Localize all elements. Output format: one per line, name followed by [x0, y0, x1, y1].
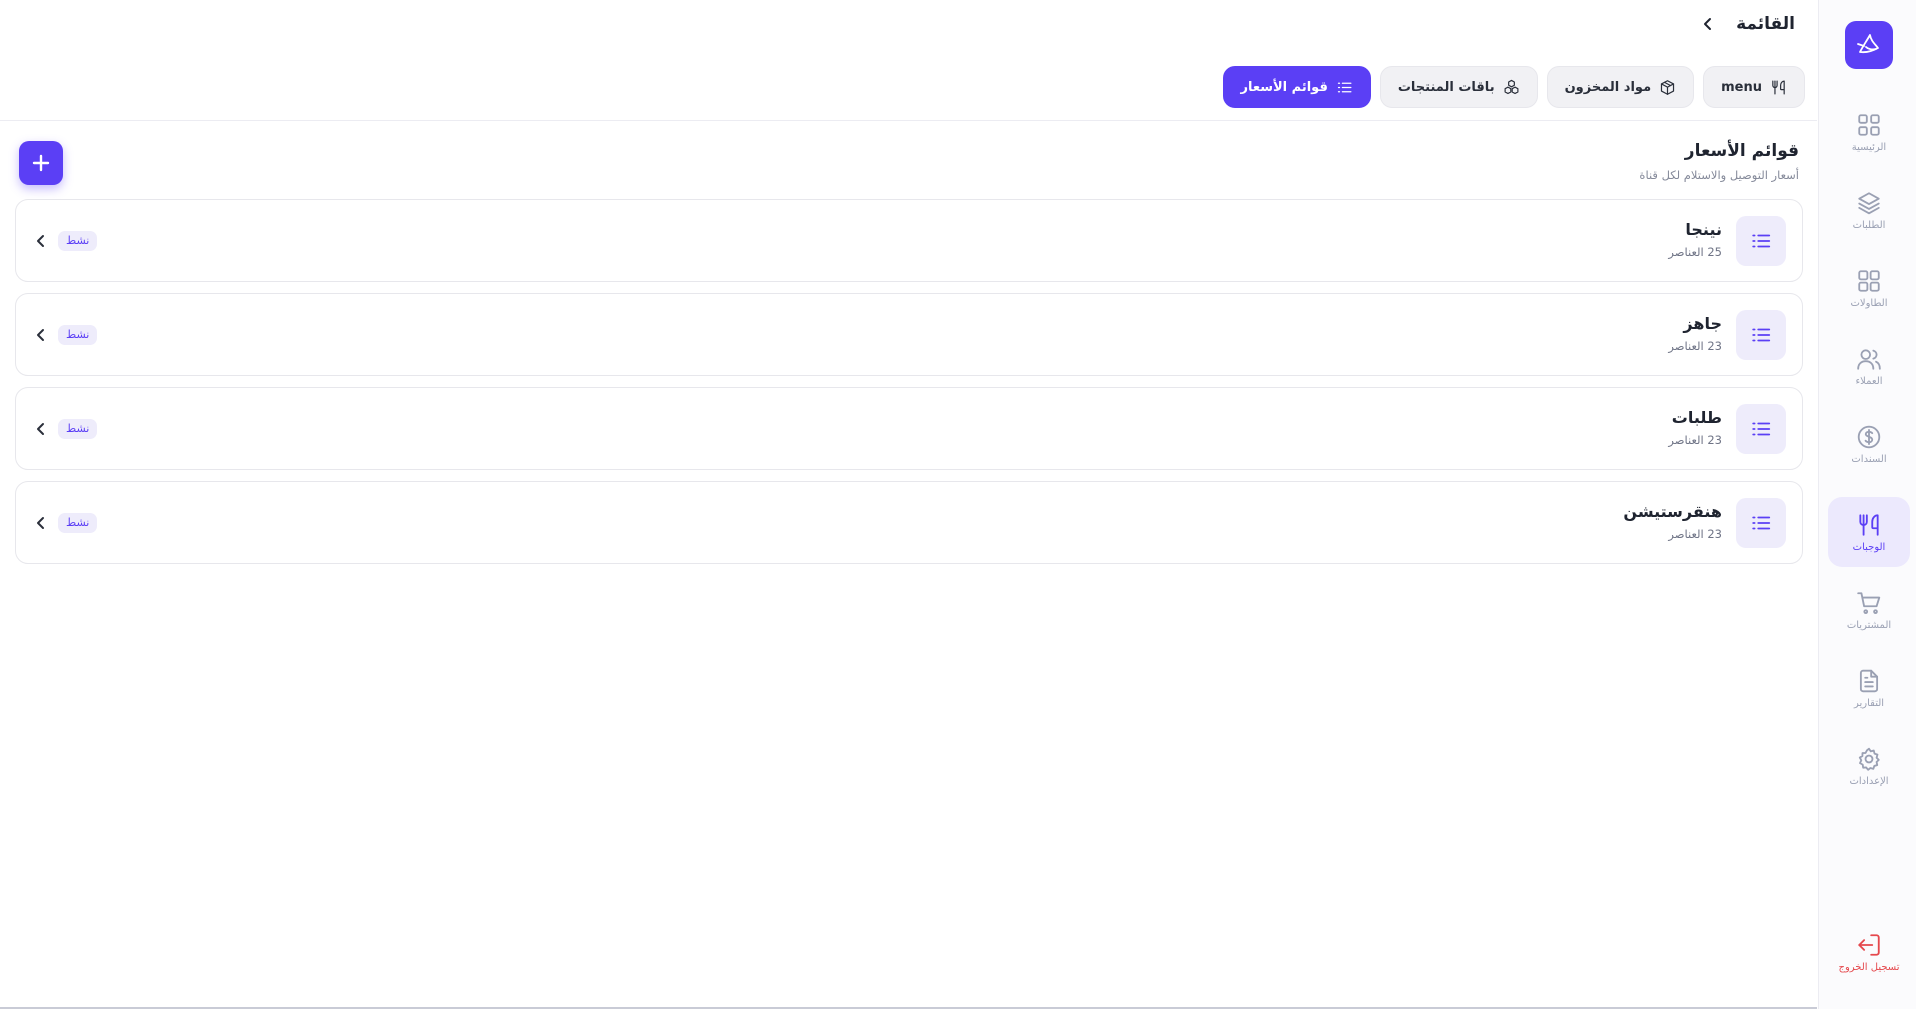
plus-icon	[32, 154, 50, 172]
card-text: نينجا 25 العناصر	[1668, 220, 1722, 259]
app-logo[interactable]	[1845, 21, 1893, 69]
sidebar-item-purchases[interactable]: المشتريات	[1828, 575, 1910, 645]
item-count: 23 العناصر	[1668, 339, 1722, 353]
sidebar-item-label: الطلبات	[1852, 219, 1886, 231]
sidebar-item-home[interactable]: الرئيسية	[1828, 97, 1910, 167]
sidebar-item-label: السندات	[1851, 453, 1887, 465]
status-badge: نشط	[58, 231, 98, 251]
users-icon	[1857, 348, 1881, 370]
chevron-left-icon[interactable]	[1698, 14, 1718, 34]
sidebar-item-vouchers[interactable]: السندات	[1828, 409, 1910, 479]
sidebar-item-label: الإعدادات	[1849, 775, 1889, 787]
sidebar-item-orders[interactable]: الطلبات	[1828, 175, 1910, 245]
sidebar: الرئيسية الطلبات الطاولات العملاء السندا…	[1818, 0, 1916, 1009]
tab-inventory[interactable]: مواد المخزون	[1546, 66, 1695, 108]
file-text-icon	[1859, 669, 1879, 692]
gear-icon	[1858, 747, 1880, 771]
price-list-card[interactable]: طلبات 23 العناصر نشط	[15, 387, 1803, 470]
sidebar-item-label: العملاء	[1855, 375, 1883, 387]
chevron-left-icon	[33, 515, 49, 531]
tab-price-lists[interactable]: قوائم الأسعار	[1222, 66, 1371, 108]
card-text: طلبات 23 العناصر	[1668, 408, 1722, 447]
table-grid-icon	[1858, 269, 1880, 292]
boxes-icon	[1504, 79, 1519, 94]
item-count: 23 العناصر	[1668, 527, 1722, 541]
tab-menu[interactable]: menu	[1703, 66, 1805, 108]
tab-label: باقات المنتجات	[1397, 79, 1495, 95]
sidebar-item-tables[interactable]: الطاولات	[1828, 253, 1910, 323]
price-list-name: طلبات	[1671, 408, 1722, 427]
add-price-list-button[interactable]	[19, 141, 63, 185]
tab-bundles[interactable]: باقات المنتجات	[1379, 66, 1538, 108]
dollar-circle-icon	[1857, 425, 1881, 448]
sidebar-item-label: المشتريات	[1846, 619, 1892, 631]
page-title: القائمة	[1736, 14, 1795, 34]
section-header: قوائم الأسعار أسعار التوصيل والاستلام لك…	[1639, 141, 1799, 182]
sidebar-item-settings[interactable]: الإعدادات	[1828, 731, 1910, 801]
title-row: القائمة	[1698, 14, 1795, 34]
price-list-name: نينجا	[1685, 220, 1722, 239]
sidebar-item-label: التقارير	[1853, 697, 1885, 709]
logout-label: تسجيل الخروج	[1838, 961, 1900, 973]
list-icon	[1736, 216, 1786, 266]
item-count: 23 العناصر	[1668, 433, 1722, 447]
list-icon	[1736, 404, 1786, 454]
card-text: هنقرستيشن 23 العناصر	[1623, 502, 1722, 541]
list-icon	[1337, 82, 1352, 92]
price-list-card[interactable]: نينجا 25 العناصر نشط	[15, 199, 1803, 282]
status-badge: نشط	[58, 325, 98, 345]
chevron-left-icon	[33, 233, 49, 249]
item-count: 25 العناصر	[1668, 245, 1722, 259]
price-list-card[interactable]: هنقرستيشن 23 العناصر نشط	[15, 481, 1803, 564]
utensils-icon	[1859, 513, 1879, 536]
list-icon	[1736, 310, 1786, 360]
cart-icon	[1857, 591, 1881, 614]
sidebar-item-meals[interactable]: الوجبات	[1828, 497, 1910, 567]
price-list-name: هنقرستيشن	[1623, 502, 1722, 521]
card-text: جاهز 23 العناصر	[1668, 314, 1722, 353]
status-badge: نشط	[58, 513, 98, 533]
tab-bar: menu مواد المخزون باقات المنتجات قوائم ا…	[1222, 66, 1805, 108]
tab-label: مواد المخزون	[1564, 79, 1652, 95]
tab-label: قوائم الأسعار	[1240, 79, 1328, 95]
section-title: قوائم الأسعار	[1684, 141, 1799, 161]
grid-icon	[1858, 113, 1880, 136]
sidebar-item-reports[interactable]: التقارير	[1828, 653, 1910, 723]
sidebar-item-label: الوجبات	[1852, 541, 1886, 553]
chevron-left-icon	[33, 327, 49, 343]
price-list-name: جاهز	[1683, 314, 1722, 333]
list-icon	[1736, 498, 1786, 548]
chevron-left-icon	[33, 421, 49, 437]
logout-icon	[1858, 933, 1880, 956]
box-icon	[1661, 79, 1675, 95]
logo-icon	[1857, 34, 1879, 54]
logout-button[interactable]: تسجيل الخروج	[1828, 917, 1910, 987]
sidebar-item-label: الطاولات	[1850, 297, 1888, 309]
page-header: القائمة menu مواد المخزون باقات المنتجات…	[0, 0, 1817, 121]
sidebar-item-customers[interactable]: العملاء	[1828, 331, 1910, 401]
tab-label: menu	[1721, 79, 1762, 95]
price-list-card[interactable]: جاهز 23 العناصر نشط	[15, 293, 1803, 376]
layers-icon	[1858, 191, 1880, 214]
sidebar-item-label: الرئيسية	[1851, 141, 1887, 153]
utensils-icon	[1772, 80, 1785, 94]
section-subtitle: أسعار التوصيل والاستلام لكل قناة	[1639, 168, 1799, 182]
status-badge: نشط	[58, 419, 98, 439]
